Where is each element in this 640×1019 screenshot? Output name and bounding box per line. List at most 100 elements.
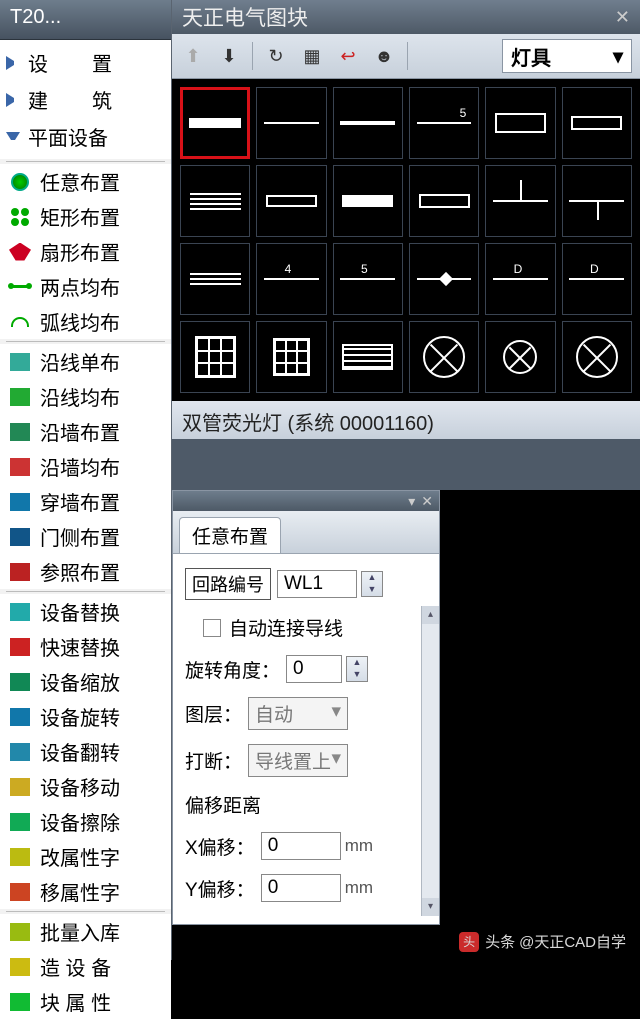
symbol-cell-7[interactable]: [180, 165, 250, 237]
menu-any-place[interactable]: 任意布置: [0, 164, 171, 199]
swap-icon[interactable]: ↩: [335, 43, 361, 69]
symbol-cell-2[interactable]: [256, 87, 326, 159]
layer-dropdown[interactable]: 自动: [248, 697, 348, 730]
sidebar: T20... 设 置 建 筑 平面设备 任意布置 矩形布置 扇形布置 两点均布 …: [0, 0, 172, 960]
menu-device-flip[interactable]: 设备翻转: [0, 734, 171, 769]
watermark: 头 头条 @天正CAD自学: [459, 931, 626, 952]
symbol-cell-13[interactable]: [180, 243, 250, 315]
menu-quick-replace[interactable]: 快速替换: [0, 629, 171, 664]
menu-move-attr[interactable]: 移属性字: [0, 874, 171, 909]
circuit-input[interactable]: WL1: [277, 570, 357, 598]
menu-rect-place[interactable]: 矩形布置: [0, 199, 171, 234]
through-wall-icon: [6, 490, 34, 514]
menu-block-attr[interactable]: 块 属 性: [0, 984, 171, 1019]
circuit-label[interactable]: 回路编号: [185, 568, 271, 600]
props-tabs: 任意布置: [173, 511, 439, 554]
chevron-right-icon: [6, 56, 20, 70]
drawing-workspace[interactable]: [440, 490, 640, 960]
reference-icon: [6, 560, 34, 584]
symbol-cell-5[interactable]: [485, 87, 555, 159]
yoffset-input[interactable]: 0: [261, 874, 341, 902]
symbol-cell-10[interactable]: [409, 165, 479, 237]
menu-device-scale[interactable]: 设备缩放: [0, 664, 171, 699]
palette-title: 天正电气图块: [182, 2, 308, 32]
wall-dist-icon: [6, 455, 34, 479]
tab-any-place[interactable]: 任意布置: [179, 517, 281, 553]
props-scrollbar[interactable]: [421, 606, 439, 916]
move-attr-icon: [6, 880, 34, 904]
menu-two-point[interactable]: 两点均布: [0, 269, 171, 304]
menu-make-device[interactable]: 造 设 备: [0, 949, 171, 984]
pin-icon[interactable]: ▾: [408, 493, 415, 510]
menu-reference[interactable]: 参照布置: [0, 554, 171, 589]
row-autowire: 自动连接导线: [185, 614, 427, 641]
xoffset-input[interactable]: 0: [261, 832, 341, 860]
menu-arc-dist[interactable]: 弧线均布: [0, 304, 171, 339]
up-arrow-icon[interactable]: ⬆: [180, 43, 206, 69]
menu-group-1: 任意布置 矩形布置 扇形布置 两点均布 弧线均布: [0, 164, 171, 339]
scale-icon: [6, 670, 34, 694]
symbol-cell-15[interactable]: 5: [333, 243, 403, 315]
face-icon[interactable]: ☻: [371, 43, 397, 69]
symbol-cell-4[interactable]: 5: [409, 87, 479, 159]
line-dist-icon: [6, 385, 34, 409]
menu-door-side[interactable]: 门侧布置: [0, 519, 171, 554]
menu-change-attr[interactable]: 改属性字: [0, 839, 171, 874]
close-icon[interactable]: ✕: [421, 493, 433, 510]
rotate-spinner[interactable]: ▲▼: [346, 656, 368, 682]
symbol-cell-8[interactable]: [256, 165, 326, 237]
symbol-cell-1[interactable]: [180, 87, 250, 159]
tree-item-plan-device[interactable]: 平面设备: [0, 118, 171, 155]
offset-title: 偏移距离: [185, 791, 261, 818]
break-dropdown[interactable]: 导线置上: [248, 744, 348, 777]
autowire-checkbox[interactable]: [203, 619, 221, 637]
symbol-cell-18[interactable]: D: [562, 243, 632, 315]
symbol-cell-19[interactable]: [180, 321, 250, 393]
category-dropdown[interactable]: 灯具: [502, 39, 632, 73]
symbol-cell-3[interactable]: [333, 87, 403, 159]
close-icon[interactable]: ✕: [615, 7, 630, 28]
menu-through-wall[interactable]: 穿墙布置: [0, 484, 171, 519]
symbol-cell-16[interactable]: [409, 243, 479, 315]
menu-along-line-single[interactable]: 沿线单布: [0, 344, 171, 379]
symbol-cell-14[interactable]: 4: [256, 243, 326, 315]
circuit-spinner[interactable]: ▲▼: [361, 571, 383, 597]
menu-fan-place[interactable]: 扇形布置: [0, 234, 171, 269]
menu-group-4: 批量入库 造 设 备 块 属 性: [0, 914, 171, 1019]
divider: [6, 161, 165, 162]
row-offset-title: 偏移距离: [185, 791, 427, 818]
menu-device-erase[interactable]: 设备擦除: [0, 804, 171, 839]
symbol-cell-17[interactable]: D: [485, 243, 555, 315]
grid-color-icon[interactable]: ▦: [299, 43, 325, 69]
tree-item-arch[interactable]: 建 筑: [0, 81, 171, 118]
symbol-cell-23[interactable]: [485, 321, 555, 393]
rotate-input[interactable]: 0: [286, 655, 342, 683]
arc-icon: [6, 310, 34, 334]
menu-device-replace[interactable]: 设备替换: [0, 594, 171, 629]
flip-icon: [6, 740, 34, 764]
wall-icon: [6, 420, 34, 444]
refresh-icon[interactable]: ↻: [263, 43, 289, 69]
menu-along-wall[interactable]: 沿墙布置: [0, 414, 171, 449]
unit-mm: mm: [345, 878, 373, 898]
make-device-icon: [6, 955, 34, 979]
symbol-cell-9[interactable]: [333, 165, 403, 237]
menu-along-wall-dist[interactable]: 沿墙均布: [0, 449, 171, 484]
down-arrow-icon[interactable]: ⬇: [216, 43, 242, 69]
symbol-cell-22[interactable]: [409, 321, 479, 393]
properties-panel: ▾ ✕ 任意布置 回路编号 WL1 ▲▼ 自动连接导线 旋转角度： 0 ▲▼ 图…: [172, 490, 440, 925]
line-single-icon: [6, 350, 34, 374]
symbol-cell-24[interactable]: [562, 321, 632, 393]
symbol-cell-21[interactable]: [333, 321, 403, 393]
menu-batch-import[interactable]: 批量入库: [0, 914, 171, 949]
menu-device-rotate[interactable]: 设备旋转: [0, 699, 171, 734]
symbol-cell-12[interactable]: [562, 165, 632, 237]
menu-device-move[interactable]: 设备移动: [0, 769, 171, 804]
symbol-cell-6[interactable]: [562, 87, 632, 159]
tree-item-settings[interactable]: 设 置: [0, 44, 171, 81]
menu-along-line-dist[interactable]: 沿线均布: [0, 379, 171, 414]
symbol-cell-20[interactable]: [256, 321, 326, 393]
door-side-icon: [6, 525, 34, 549]
symbol-cell-11[interactable]: [485, 165, 555, 237]
block-attr-icon: [6, 990, 34, 1014]
